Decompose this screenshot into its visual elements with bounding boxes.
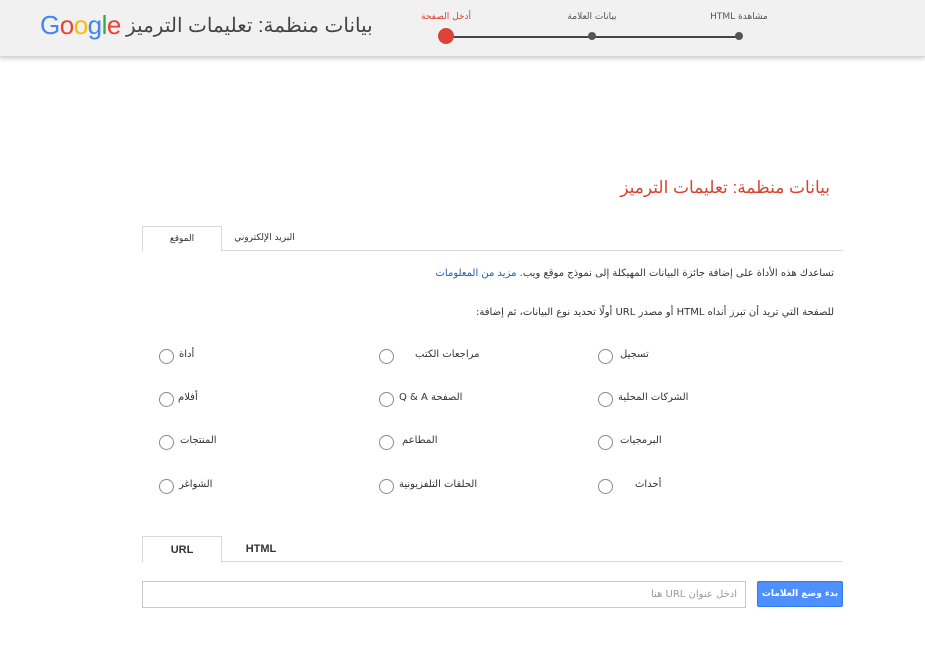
option-label: المطاعم (402, 435, 438, 446)
option-registration[interactable]: تسجيل (598, 347, 708, 365)
option-book-reviews[interactable]: مراجعات الكتب (379, 347, 499, 365)
option-events[interactable]: أحداث (598, 477, 708, 495)
radio-button[interactable] (159, 349, 174, 364)
step-enter-page: أدخل الصفحة (401, 0, 491, 57)
option-products[interactable]: المنتجات (159, 433, 229, 451)
radio-button[interactable] (379, 392, 394, 407)
radio-button[interactable] (159, 435, 174, 450)
step-dot (588, 32, 596, 40)
learn-more-link[interactable]: مزيد من المعلومات (436, 268, 517, 279)
google-logo[interactable]: Google (40, 10, 121, 41)
option-label: المنتجات (180, 435, 217, 446)
step-label: HTML مشاهدة (710, 12, 768, 22)
option-label: الشواغر (179, 479, 213, 490)
logo-letter: G (40, 10, 60, 40)
radio-button[interactable] (159, 479, 174, 494)
logo-letter: o (73, 10, 88, 40)
step-dot (735, 32, 743, 40)
logo-letter: e (106, 10, 121, 40)
option-label: مراجعات الكتب (415, 349, 480, 360)
step-tag-data: بيانات العلامة (547, 0, 637, 57)
tool-description: تساعدك هذه الأداة على إضافة جائزة البيان… (436, 268, 835, 279)
page-title: بيانات منظمة: تعليمات الترميز (620, 178, 830, 197)
option-label: الشركات المحلية (618, 392, 689, 403)
radio-button[interactable] (598, 479, 613, 494)
tab-website[interactable]: الموقع (142, 226, 222, 252)
step-dot-active (438, 28, 454, 44)
option-label: أحداث (635, 479, 662, 490)
start-tagging-button[interactable]: بدء وضع العلامات (757, 581, 843, 607)
radio-button[interactable] (379, 479, 394, 494)
top-header: Google بيانات منظمة: تعليمات الترميز أدخ… (0, 0, 925, 57)
radio-button[interactable] (379, 435, 394, 450)
option-label: أفلام (178, 392, 198, 403)
url-input[interactable] (142, 581, 746, 608)
radio-button[interactable] (598, 435, 613, 450)
option-label: أداة (179, 349, 195, 360)
radio-button[interactable] (598, 392, 613, 407)
option-software[interactable]: البرمجيات (598, 433, 708, 451)
type-tabs: الموقع البريد الإلكتروني (142, 226, 843, 252)
step-label: أدخل الصفحة (421, 12, 471, 22)
source-tabs: URL HTML (142, 536, 843, 563)
instructions-text: للصفحة التي تريد أن تبرز أنداه HTML أو م… (476, 307, 834, 318)
option-movies[interactable]: أفلام (159, 390, 219, 408)
option-label: البرمجيات (620, 435, 662, 446)
step-label: بيانات العلامة (567, 12, 617, 22)
header-title: بيانات منظمة: تعليمات الترميز (126, 15, 373, 37)
option-label: الحلقات التلفزيونية (399, 479, 478, 490)
description-text: تساعدك هذه الأداة على إضافة جائزة البيان… (519, 268, 834, 279)
option-tv-episodes[interactable]: الحلقات التلفزيونية (379, 477, 509, 495)
radio-button[interactable] (598, 349, 613, 364)
option-qa-page[interactable]: الصفحة Q & A (379, 390, 499, 408)
option-local-businesses[interactable]: الشركات المحلية (598, 390, 708, 408)
radio-button[interactable] (379, 349, 394, 364)
option-tool[interactable]: أداة (159, 347, 219, 365)
option-job-vacancies[interactable]: الشواغر (159, 477, 229, 495)
logo-letter: o (59, 10, 74, 40)
option-label: الصفحة Q & A (399, 392, 463, 403)
tab-html[interactable]: HTML (222, 536, 300, 562)
logo-letter: g (87, 10, 102, 40)
option-label: تسجيل (620, 349, 649, 360)
tab-email[interactable]: البريد الإلكتروني (222, 226, 307, 251)
radio-button[interactable] (159, 392, 174, 407)
option-restaurants[interactable]: المطاعم (379, 433, 499, 451)
tab-url[interactable]: URL (142, 536, 222, 563)
step-view-html: HTML مشاهدة (694, 0, 784, 57)
progress-steps: أدخل الصفحة بيانات العلامة HTML مشاهدة (421, 0, 790, 57)
